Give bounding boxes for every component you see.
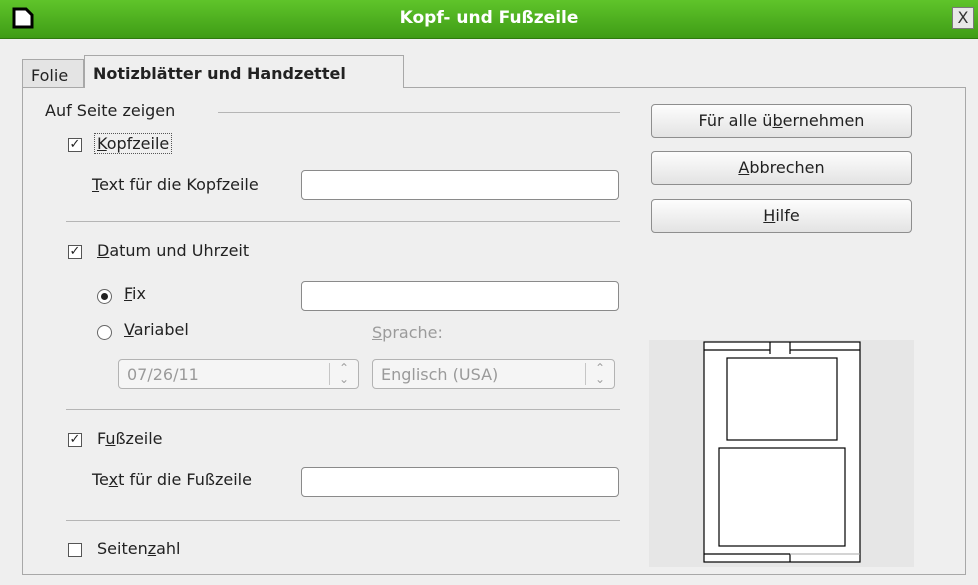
close-button[interactable]: X [952,7,974,29]
checkmark-icon: ✓ [69,244,81,259]
label-part: Seiten [97,539,148,558]
group-label: Auf Seite zeigen [45,101,176,120]
footer-checkbox-label[interactable]: Fußzeile [97,429,163,448]
header-text-label: Text für die Kopfzeile [92,175,259,194]
language-value: Englisch (USA) [381,365,499,384]
mnemonic: K [97,134,107,153]
footer-text-label: Text für die Fußzeile [92,470,252,489]
date-format-select[interactable]: 07/26/11 ⌃ ⌄ [118,359,359,389]
group-separator [218,112,620,113]
page-number-checkbox-label[interactable]: Seitenzahl [97,539,181,558]
label-part: ilfe [775,206,800,225]
title-bar: Kopf- und Fußzeile X [0,0,978,39]
fix-datetime-input[interactable] [301,281,619,311]
variable-radio[interactable] [97,325,112,340]
radio-selected-dot [101,293,108,300]
separator [66,520,620,521]
notes-page-preview-graphic [703,341,861,563]
mnemonic: x [108,470,119,489]
label-part: ahl [156,539,181,558]
label-part: prache: [382,323,443,342]
label-part: ariabel [133,320,189,339]
label-part: bbrechen [749,158,825,177]
datetime-checkbox-label[interactable]: Datum und Uhrzeit [97,241,249,260]
mnemonic: A [738,158,750,177]
footer-text-input[interactable] [301,467,619,497]
language-select[interactable]: Englisch (USA) ⌃ ⌄ [372,359,615,389]
datetime-checkbox[interactable]: ✓ [68,245,82,259]
label-part: t für die Fußzeile [118,470,252,489]
help-button[interactable]: Hilfe [651,199,912,233]
header-checkbox-label[interactable]: Kopfzeile [94,133,173,154]
separator [66,409,620,410]
checkmark-icon: ✓ [69,432,81,447]
separator [66,221,620,222]
label-part: ernehmen [782,111,865,130]
mnemonic: F [124,284,133,303]
apply-to-all-button[interactable]: Für alle übernehmen [651,104,912,138]
spin-arrows-icon: ⌃ ⌄ [585,362,614,385]
label-part: ext für die Kopfzeile [99,175,259,194]
date-format-value: 07/26/11 [127,365,199,384]
header-checkbox[interactable]: ✓ [68,138,82,152]
label-part: Für alle ü [698,111,773,130]
mnemonic: u [105,429,116,448]
window-title: Kopf- und Fußzeile [399,8,579,28]
checkmark-icon: ✓ [69,137,81,152]
tab-folie[interactable]: Folie [22,59,84,87]
page-number-checkbox[interactable] [68,543,82,557]
page-preview [649,340,914,567]
footer-checkbox[interactable]: ✓ [68,433,82,447]
header-text-input[interactable] [301,170,619,200]
label-part: ix [132,284,146,303]
language-label: Sprache: [372,323,443,342]
mnemonic: T [92,175,100,194]
mnemonic: D [97,241,110,260]
close-icon: X [957,8,969,27]
fix-radio-label[interactable]: Fix [124,284,146,303]
cancel-button[interactable]: Abbrechen [651,151,912,185]
mnemonic: S [372,323,383,342]
spin-arrows-icon: ⌃ ⌄ [329,362,358,385]
label-part: atum und Uhrzeit [109,241,250,260]
fix-radio[interactable] [97,289,112,304]
mnemonic: b [772,111,783,130]
variable-radio-label[interactable]: Variabel [124,320,189,339]
mnemonic: H [763,206,776,225]
tab-label: Folie [31,66,69,85]
mnemonic: z [147,539,157,558]
tab-label: Notizblätter und Handzettel [93,64,346,83]
label-part: ßzeile [115,429,163,448]
label-part: opfzeile [106,134,170,153]
mnemonic: V [124,320,134,339]
label-part: Te [92,470,109,489]
tab-notizblaetter-und-handzettel[interactable]: Notizblätter und Handzettel [84,55,404,88]
